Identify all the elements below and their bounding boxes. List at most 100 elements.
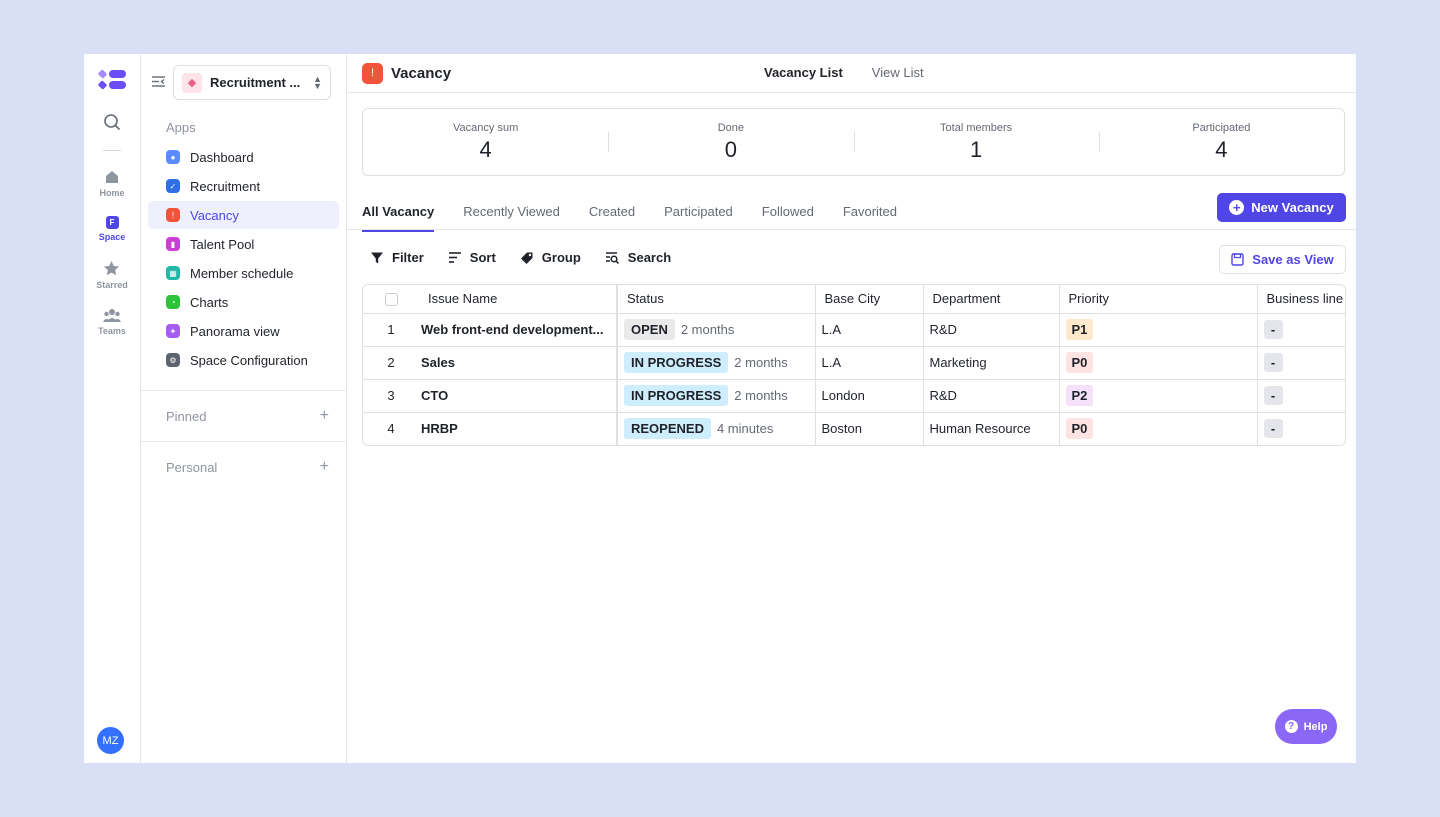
tab-view-list[interactable]: View List [872,65,924,80]
personal-section[interactable]: Personal + [141,442,346,492]
chevron-updown-icon: ▲ ▼ [313,73,322,91]
sidebar-item-charts[interactable]: ◔ Charts [148,288,339,316]
issue-name[interactable]: HRBP [419,412,618,445]
issue-name[interactable]: CTO [419,379,618,413]
sidebar-item-member-schedule[interactable]: ▦ Member schedule [148,259,339,287]
priority-cell[interactable]: P1 [1059,313,1258,347]
filter-button[interactable]: Filter [370,250,424,265]
base-city[interactable]: L.A [815,346,924,380]
rail-item-starred[interactable]: Starred [96,260,128,290]
empty-tag: - [1263,386,1283,405]
table-row[interactable]: 2 Sales IN PROGRESS 2 months L.A Marketin… [363,346,1345,380]
sidebar-item-label: Charts [190,294,229,310]
search-button[interactable]: Search [605,250,671,265]
sidebar-item-talent-pool[interactable]: ▮ Talent Pool [148,230,339,258]
teams-icon [102,309,121,322]
pinned-section[interactable]: Pinned + [141,391,346,441]
sidebar-item-label: Member schedule [190,265,294,281]
tab-followed[interactable]: Followed [762,204,814,232]
space-name: Recruitment ... [210,75,301,90]
tab-participated[interactable]: Participated [664,204,733,232]
sidebar-item-label: Panorama view [190,323,280,339]
sidebar-item-panorama-view[interactable]: ✦ Panorama view [148,317,339,345]
department[interactable]: Marketing [923,346,1060,380]
new-vacancy-button[interactable]: + New Vacancy [1217,193,1346,222]
chart-icon: ◔ [166,295,180,309]
table-row[interactable]: 3 CTO IN PROGRESS 2 months London R&D P2 … [363,379,1345,413]
base-city[interactable]: London [815,379,924,413]
business-line-cell[interactable]: - [1257,379,1345,413]
tab-recently-viewed[interactable]: Recently Viewed [463,204,560,232]
header: ! Vacancy Vacancy List View List [347,54,1356,93]
row-index: 3 [363,379,419,413]
base-city[interactable]: Boston [815,412,924,445]
rail-item-home[interactable]: Home [99,169,125,198]
sidebar-item-vacancy[interactable]: ! Vacancy [148,201,339,229]
table-row[interactable]: 4 HRBP REOPENED 4 minutes Boston Human Re… [363,412,1345,445]
status-cell[interactable]: OPEN 2 months [617,313,816,347]
save-as-view-button[interactable]: Save as View [1219,245,1346,274]
status-cell[interactable]: IN PROGRESS 2 months [617,346,816,380]
rail-label: Home [99,188,125,198]
sidebar-item-space-configuration[interactable]: ⚙ Space Configuration [148,346,339,374]
table-row[interactable]: 1 Web front-end development... OPEN 2 mon… [363,313,1345,347]
status-age: 2 months [734,388,788,403]
add-pinned-icon[interactable]: + [320,407,329,425]
column-header[interactable]: Business line [1257,285,1345,314]
tab-vacancy-list[interactable]: Vacancy List [764,65,843,80]
save-as-view-label: Save as View [1252,252,1334,267]
vacancy-tabs: All Vacancy Recently Viewed Created Part… [362,204,897,232]
add-personal-icon[interactable]: + [320,458,329,476]
sidebar-item-recruitment[interactable]: ✓ Recruitment [148,172,339,200]
issue-name[interactable]: Web front-end development... [419,313,618,347]
department[interactable]: Human Resource [923,412,1060,445]
department[interactable]: R&D [923,379,1060,413]
column-header[interactable]: Status [617,285,816,314]
avatar[interactable]: MZ [97,727,124,754]
search-label: Search [627,250,672,265]
select-all-checkbox[interactable] [363,285,419,314]
tab-favorited[interactable]: Favorited [843,204,897,232]
tab-all-vacancy[interactable]: All Vacancy [362,204,435,232]
filter-label: Filter [392,250,424,265]
column-header[interactable]: Priority [1059,285,1258,314]
app-logo[interactable] [97,68,127,92]
business-line-cell[interactable]: - [1257,412,1345,445]
priority-cell[interactable]: P2 [1059,379,1258,413]
empty-tag: - [1263,353,1283,372]
sidebar: ◆ Recruitment ... ▲ ▼ Apps ● Dashboard ✓ … [141,54,347,763]
tab-created[interactable]: Created [589,204,635,232]
empty-tag: - [1263,320,1283,339]
column-header[interactable]: Department [923,285,1060,314]
column-header[interactable]: Issue Name [419,285,618,314]
rail-item-teams[interactable]: Teams [98,308,126,336]
status-badge: IN PROGRESS [624,352,729,373]
business-line-cell[interactable]: - [1257,313,1345,347]
collapse-sidebar-icon[interactable] [151,75,166,91]
base-city[interactable]: L.A [815,313,924,347]
search-icon[interactable] [103,113,121,134]
status-cell[interactable]: IN PROGRESS 2 months [617,379,816,413]
status-badge: REOPENED [624,418,711,440]
business-line-cell[interactable]: - [1257,346,1345,380]
priority-cell[interactable]: P0 [1059,346,1258,380]
sort-button[interactable]: Sort [448,250,496,265]
priority-cell[interactable]: P0 [1059,412,1258,445]
dashboard-icon: ● [166,150,180,164]
column-header[interactable]: Base City [815,285,924,314]
help-button[interactable]: ? Help [1275,709,1337,744]
issue-name[interactable]: Sales [419,346,618,380]
row-index: 2 [363,346,419,380]
department[interactable]: R&D [923,313,1060,347]
rail-item-space[interactable]: F Space [99,216,125,242]
sort-icon [448,252,461,263]
status-cell[interactable]: REOPENED 4 minutes [617,412,816,445]
space-selector[interactable]: ◆ Recruitment ... ▲ ▼ [173,65,331,100]
vacancy-icon: ! [362,62,383,84]
sidebar-item-dashboard[interactable]: ● Dashboard [148,143,339,171]
tag-icon [520,252,533,264]
stats-panel: Vacancy sum 4 Done 0 Total members 1 Par… [362,108,1345,176]
question-icon: ? [1284,720,1298,733]
vacancy-icon: ! [166,208,180,222]
group-button[interactable]: Group [520,250,581,265]
